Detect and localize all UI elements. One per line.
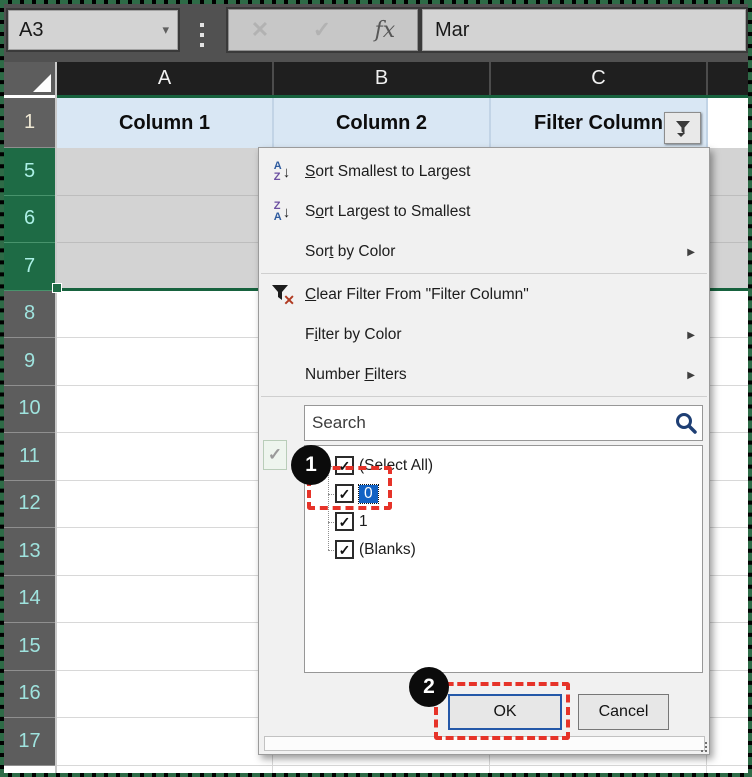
list-item-1[interactable]: ✓ 1 [305,508,702,536]
sort-ascending-icon: AZ ↓ [259,161,305,183]
menu-item-number-filters[interactable]: Number Filters ▶ [259,355,709,395]
menu-item-sort-largest[interactable]: ZA ↓ Sort Largest to Smallest [259,192,709,232]
name-box-dropdown-icon[interactable]: ▾ [162,22,169,38]
submenu-arrow-icon: ▶ [687,330,695,341]
excel-window: A3 ▾ ✕ ✓ fx Mar A B C 1 Column 1 Column … [4,4,748,773]
formula-bar-value: Mar [435,19,469,42]
submenu-arrow-icon: ▶ [687,247,695,258]
step-badge-2: 2 [409,667,449,707]
row-header-12[interactable]: 12 [4,481,55,529]
cancel-button[interactable]: Cancel [578,694,669,730]
row-header-17[interactable]: 17 [4,718,55,766]
menu-item-filter-by-color[interactable]: Filter by Color ▶ [259,315,709,355]
resize-grip[interactable] [698,743,707,752]
row-header-5[interactable]: 5 [4,148,55,196]
row-header-16[interactable]: 16 [4,671,55,719]
column-header-c[interactable]: C [491,62,708,95]
column-header-b[interactable]: B [274,62,491,95]
checkbox-checked-icon[interactable]: ✓ [335,540,354,559]
insert-function-icon[interactable]: fx [375,18,396,43]
row-header-9[interactable]: 9 [4,338,55,386]
search-icon [674,411,698,440]
row-header-7[interactable]: 7 [4,243,55,291]
checkbox-checked-icon[interactable]: ✓ [335,512,354,531]
confirm-entry-icon[interactable]: ✓ [313,17,331,43]
toolbar-separator-dots-icon [200,23,205,47]
check-overlay-icon: ✓ [263,440,287,470]
step-badge-1: 1 [291,445,331,485]
name-box[interactable]: A3 ▾ [8,10,178,50]
annotation-rect-step2 [434,682,570,740]
row-header-1[interactable]: 1 [4,98,55,148]
sort-descending-icon: ZA ↓ [259,201,305,223]
menu-item-clear-filter[interactable]: ✕ Clear Filter From "Filter Column" [259,275,709,315]
search-input[interactable] [304,405,703,441]
cancel-entry-icon[interactable]: ✕ [251,17,269,43]
filter-dropdown-button[interactable] [664,112,701,144]
row-headers: 567891011121314151617 [4,148,55,766]
menu-separator [261,273,707,274]
row-header-10[interactable]: 10 [4,386,55,434]
formula-bar[interactable]: Mar [422,9,746,51]
formula-bar-row: A3 ▾ ✕ ✓ fx Mar [4,4,748,62]
column-header-a[interactable]: A [57,62,274,95]
menu-separator [261,396,707,397]
row-header-14[interactable]: 14 [4,576,55,624]
row-header-8[interactable]: 8 [4,291,55,339]
row-header-edge [55,62,57,773]
clear-filter-icon: ✕ [271,284,293,306]
name-box-value: A3 [19,19,43,42]
formula-buttons-group: ✕ ✓ fx [228,9,418,51]
menu-item-sort-by-color[interactable]: Sort by Color ▶ [259,232,709,272]
submenu-arrow-icon: ▶ [687,370,695,381]
menu-item-sort-smallest[interactable]: AZ ↓ Sort Smallest to Largest [259,152,709,192]
select-all-corner[interactable] [4,62,55,95]
funnel-icon [673,118,693,138]
list-item-blanks[interactable]: ✓ (Blanks) [305,536,702,564]
row-header-6[interactable]: 6 [4,196,55,244]
select-all-triangle-icon [33,74,51,92]
column-header-d[interactable] [708,62,748,95]
row-header-13[interactable]: 13 [4,528,55,576]
cell-a1[interactable]: Column 1 [57,98,274,148]
row-header-15[interactable]: 15 [4,623,55,671]
screenshot-frame: A3 ▾ ✕ ✓ fx Mar A B C 1 Column 1 Column … [0,0,752,777]
cell-d1[interactable] [708,98,748,148]
selection-fill-handle[interactable] [52,283,62,293]
cell-b1[interactable]: Column 2 [274,98,491,148]
row-header-11[interactable]: 11 [4,433,55,481]
